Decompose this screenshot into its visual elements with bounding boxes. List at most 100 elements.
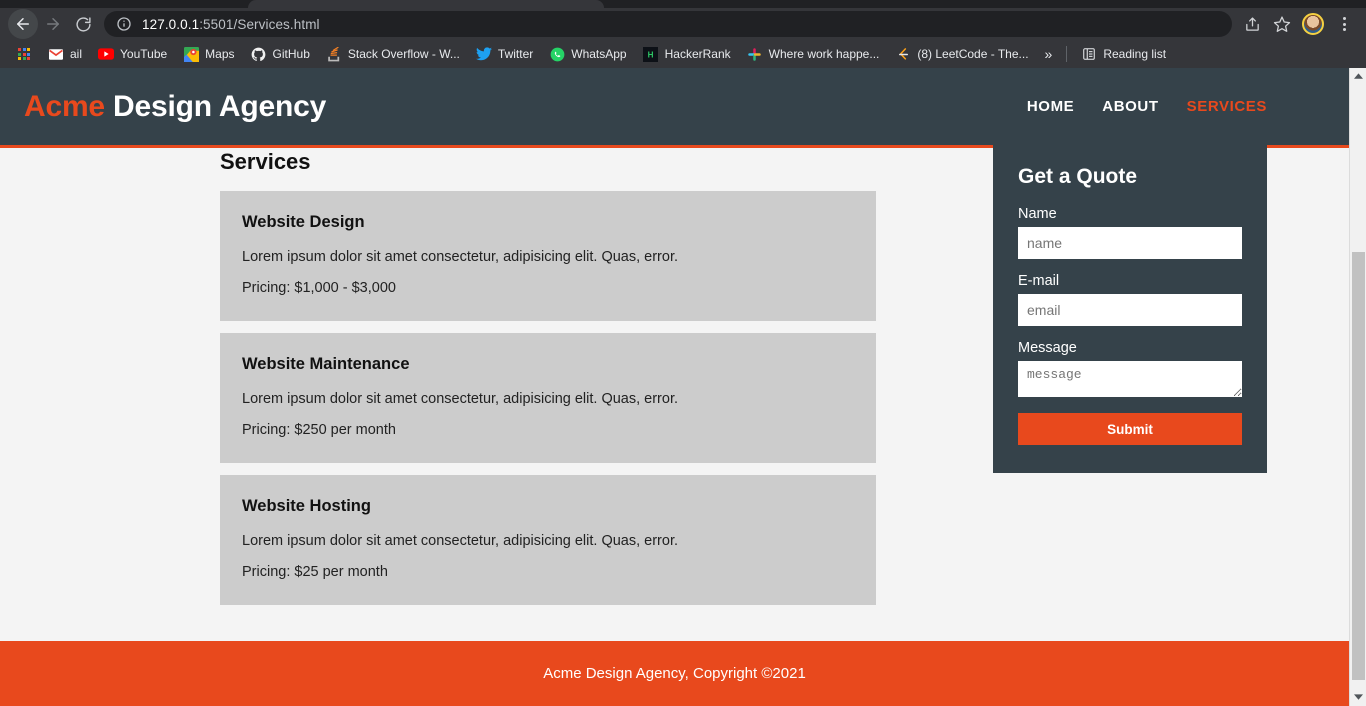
bookmark-maps[interactable]: Maps [175, 43, 242, 65]
star-icon [1273, 16, 1291, 32]
toolbar-actions [1238, 10, 1358, 38]
bookmark-twitter[interactable]: Twitter [468, 43, 541, 65]
submit-button[interactable]: Submit [1018, 413, 1242, 445]
reading-list-button[interactable]: Reading list [1073, 43, 1174, 65]
arrow-right-icon [47, 18, 59, 30]
bookmark-youtube[interactable]: YouTube [90, 43, 175, 65]
forward-button[interactable] [38, 9, 68, 39]
service-pricing: Pricing: $25 per month [242, 564, 388, 580]
bookmark-hackerrank[interactable]: H HackerRank [635, 43, 739, 65]
web-page: Acme Design Agency HOME ABOUT SERVICES S… [0, 68, 1349, 706]
url-path: :5501/Services.html [199, 16, 320, 32]
chevron-up-icon [1354, 73, 1363, 79]
reading-list-label: Reading list [1103, 47, 1167, 61]
message-textarea[interactable] [1018, 361, 1242, 397]
share-button[interactable] [1238, 10, 1266, 38]
reload-icon [75, 16, 91, 32]
bookmark-label: Twitter [497, 47, 534, 61]
nav-link-services[interactable]: SERVICES [1187, 98, 1267, 115]
footer-text: Acme Design Agency, Copyright ©2021 [543, 665, 806, 682]
bookmark-github[interactable]: GitHub [243, 43, 318, 65]
leetcode-icon [895, 46, 911, 62]
bookmark-stack-overflow[interactable]: Stack Overflow - W... [318, 43, 468, 65]
chevron-down-icon [1354, 694, 1363, 700]
reading-list-icon [1081, 46, 1097, 62]
quote-form-heading: Get a Quote [1018, 165, 1138, 188]
brand-highlight: Acme [24, 89, 105, 123]
brand-rest: Design Agency [104, 89, 327, 123]
scrollbar-thumb[interactable] [1352, 252, 1365, 680]
nav-link-about[interactable]: ABOUT [1102, 98, 1158, 115]
browser-menu-button[interactable] [1330, 10, 1358, 38]
bookmark-label: WhatsApp [571, 47, 627, 61]
info-circle-icon[interactable] [116, 16, 132, 32]
page-container: Services Website Design Lorem ipsum dolo… [82, 145, 1267, 617]
site-footer: Acme Design Agency, Copyright ©2021 [0, 641, 1349, 706]
quote-sidebar: Get a Quote Name E-mail Message Submit [993, 145, 1267, 473]
address-bar[interactable]: 127.0.0.1:5501/Services.html [104, 11, 1232, 37]
service-card: Website Hosting Lorem ipsum dolor sit am… [220, 475, 876, 605]
apps-shortcut[interactable] [8, 43, 40, 65]
bookmarks-bar: ail YouTube Maps GitHub Stack Overflow -… [0, 40, 1366, 68]
kebab-menu-icon [1342, 17, 1346, 31]
site-brand[interactable]: Acme Design Agency [24, 90, 326, 124]
bookmark-label: Maps [205, 47, 235, 61]
service-description: Lorem ipsum dolor sit amet consectetur, … [242, 533, 678, 549]
service-card: Website Design Lorem ipsum dolor sit ame… [220, 191, 876, 321]
tab-strip [0, 0, 1366, 8]
active-tab[interactable] [248, 0, 604, 8]
youtube-icon [98, 46, 115, 62]
nav-link-home[interactable]: HOME [1027, 98, 1074, 115]
page-viewport: Acme Design Agency HOME ABOUT SERVICES S… [0, 68, 1366, 706]
bookmarks-overflow-button[interactable]: » [1037, 46, 1061, 62]
google-maps-icon [183, 46, 199, 62]
hackerrank-icon: H [643, 46, 659, 62]
arrow-left-icon [17, 18, 29, 30]
service-card: Website Maintenance Lorem ipsum dolor si… [220, 333, 876, 463]
bookmark-leetcode[interactable]: (8) LeetCode - The... [887, 43, 1036, 65]
page-scrollbar[interactable] [1349, 68, 1366, 706]
svg-text:H: H [648, 50, 654, 59]
message-label: Message [1018, 340, 1077, 356]
bookmark-label: Where work happe... [768, 47, 880, 61]
stack-overflow-icon [326, 46, 342, 62]
bookmark-label: HackerRank [664, 47, 731, 61]
page-title: Services [220, 149, 311, 174]
bookmark-label: ail [70, 47, 83, 61]
back-button[interactable] [8, 9, 38, 39]
name-label: Name [1018, 206, 1057, 222]
service-description: Lorem ipsum dolor sit amet consectetur, … [242, 249, 678, 265]
site-nav: HOME ABOUT SERVICES [1027, 98, 1325, 115]
avatar[interactable] [1302, 13, 1324, 35]
browser-window: 127.0.0.1:5501/Services.html ail YouTube… [0, 0, 1366, 706]
service-title: Website Design [242, 213, 365, 231]
bookmark-button[interactable] [1268, 10, 1296, 38]
address-bar-url: 127.0.0.1:5501/Services.html [142, 17, 320, 32]
email-input[interactable] [1018, 294, 1242, 326]
site-header: Acme Design Agency HOME ABOUT SERVICES [0, 68, 1349, 148]
bookmark-label: Stack Overflow - W... [347, 47, 460, 61]
service-pricing: Pricing: $250 per month [242, 422, 396, 438]
service-title: Website Maintenance [242, 355, 410, 373]
bookmark-label: YouTube [120, 47, 168, 61]
name-input[interactable] [1018, 227, 1242, 259]
services-column: Services Website Design Lorem ipsum dolo… [82, 148, 876, 617]
reload-button[interactable] [68, 9, 98, 39]
twitter-icon [475, 46, 492, 62]
bookmark-label: (8) LeetCode - The... [917, 47, 1029, 61]
bookmark-whatsapp[interactable]: WhatsApp [541, 43, 634, 65]
bookmarks-divider [1066, 46, 1068, 62]
bookmark-slack[interactable]: Where work happe... [739, 43, 888, 65]
whatsapp-icon [549, 46, 565, 62]
url-host: 127.0.0.1 [142, 16, 200, 32]
service-title: Website Hosting [242, 497, 371, 515]
browser-toolbar: 127.0.0.1:5501/Services.html [0, 8, 1366, 40]
scroll-down-button[interactable] [1350, 689, 1366, 706]
slack-icon [747, 46, 763, 62]
scroll-up-button[interactable] [1350, 68, 1366, 85]
gmail-icon [48, 46, 64, 62]
apps-grid-icon [16, 46, 32, 62]
share-icon [1245, 16, 1259, 31]
email-label: E-mail [1018, 273, 1060, 289]
bookmark-gmail[interactable]: ail [40, 43, 90, 65]
